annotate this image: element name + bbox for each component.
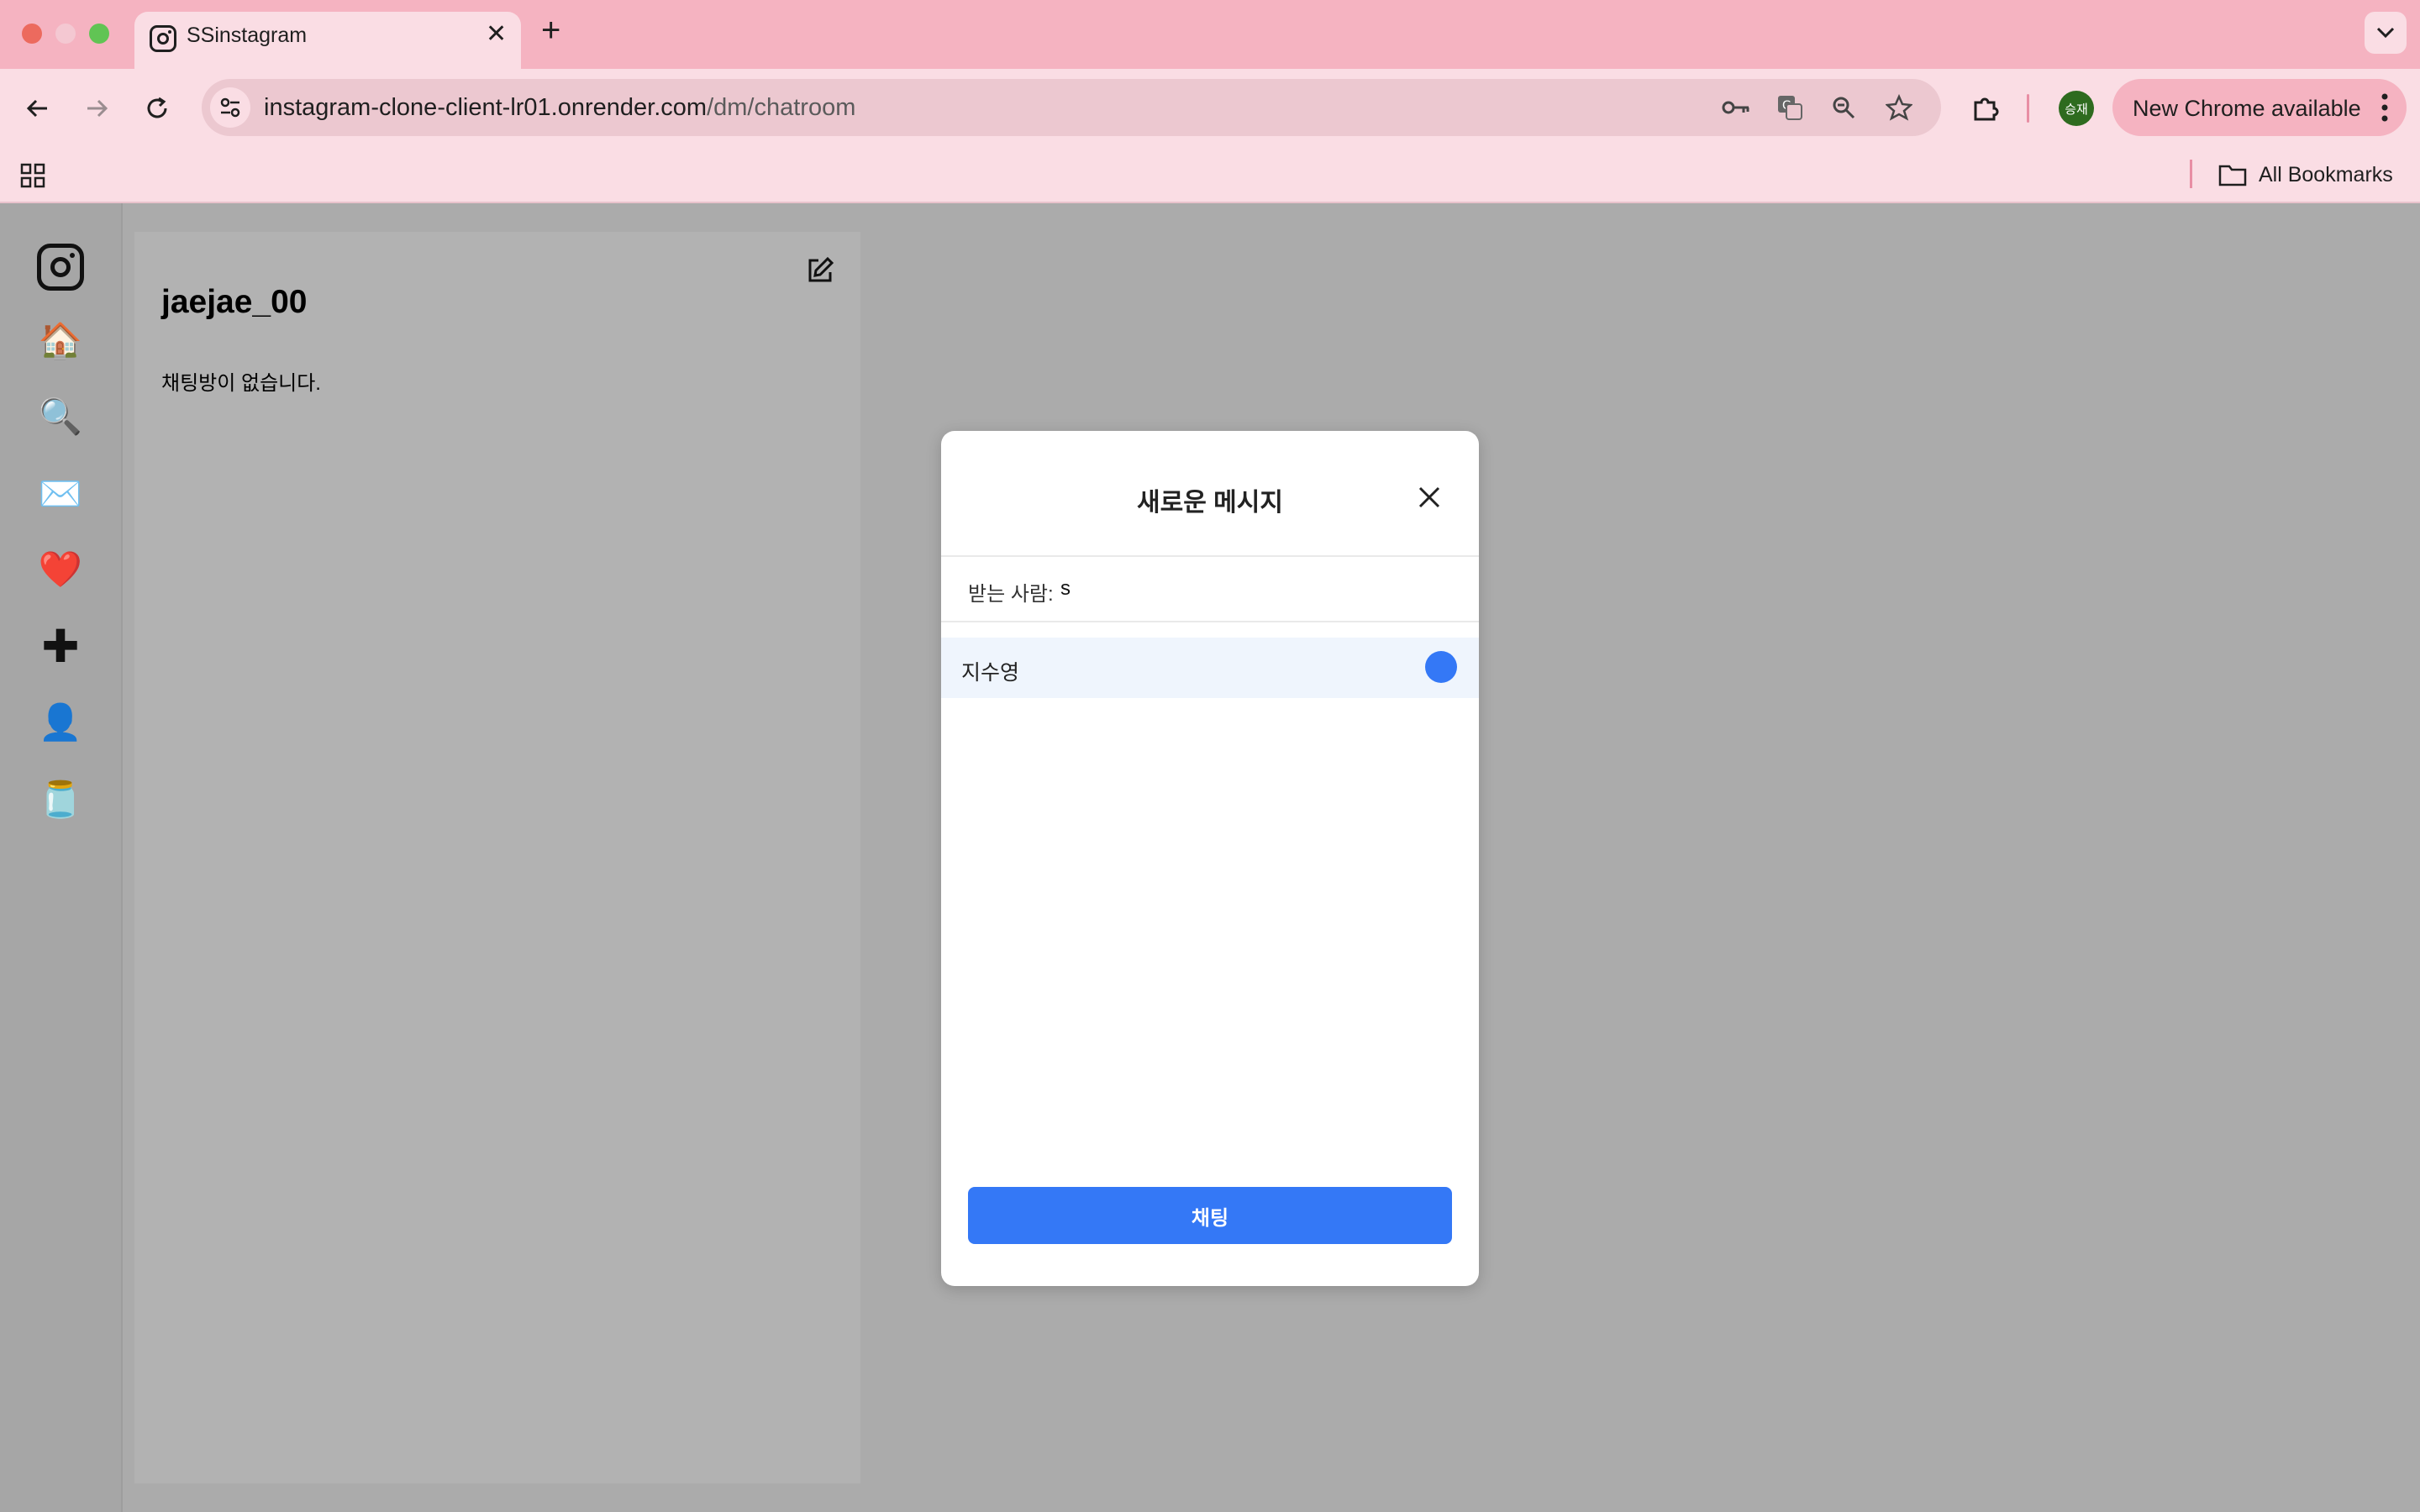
compose-icon[interactable] <box>805 255 835 286</box>
browser-tabbar: SSinstagram ✕ + <box>0 0 2420 69</box>
bookmark-star-icon[interactable] <box>1884 92 1914 123</box>
dm-username: jaejae_00 <box>161 284 308 320</box>
address-bar[interactable]: instagram-clone-client-lr01.onrender.com… <box>202 79 1941 136</box>
modal-title: 새로운 메시지 <box>1137 489 1283 517</box>
browser-tab[interactable]: SSinstagram ✕ <box>134 12 521 69</box>
back-button[interactable] <box>17 87 59 129</box>
new-tab-icon[interactable]: + <box>541 13 560 47</box>
extensions-button[interactable] <box>1966 89 2005 128</box>
instagram-favicon-icon <box>150 25 176 52</box>
chevron-down-icon <box>2376 27 2395 39</box>
site-info-button[interactable] <box>210 87 250 128</box>
search-result-row[interactable]: 지수영 <box>941 638 1479 698</box>
apps-grid-icon[interactable] <box>20 163 45 188</box>
result-username: 지수영 <box>961 661 1020 685</box>
result-select-radio[interactable] <box>1425 651 1457 683</box>
new-message-modal: 새로운 메시지 받는 사람: 지수영 채팅 <box>941 431 1479 1286</box>
recipient-search-input[interactable] <box>1060 572 1447 606</box>
empty-chatrooms-text: 채팅방이 없습니다. <box>161 372 321 395</box>
bookmarks-divider <box>2190 160 2192 188</box>
all-bookmarks-button[interactable]: All Bookmarks <box>2218 160 2393 190</box>
envelope-icon[interactable]: ✉️ <box>37 470 84 517</box>
puzzle-icon <box>1974 97 1999 121</box>
plus-icon[interactable]: ✚ <box>37 623 84 670</box>
instagram-logo-icon[interactable] <box>37 244 84 291</box>
back-arrow-icon <box>26 99 47 118</box>
heart-icon[interactable]: ❤️ <box>37 546 84 593</box>
window-close-button[interactable] <box>22 24 42 44</box>
home-icon[interactable]: 🏠 <box>37 318 84 365</box>
password-key-icon[interactable] <box>1721 92 1751 123</box>
window-zoom-button[interactable] <box>89 24 109 44</box>
start-chat-button[interactable]: 채팅 <box>968 1187 1452 1244</box>
bookmarks-bar: All Bookmarks <box>0 148 2420 203</box>
recipient-label: 받는 사람: <box>968 583 1054 606</box>
dm-list-panel: jaejae_00 채팅방이 없습니다. <box>134 232 860 1483</box>
forward-arrow-icon <box>87 99 108 118</box>
zoom-out-icon[interactable] <box>1828 92 1859 123</box>
close-icon[interactable] <box>1417 485 1442 510</box>
url-host: instagram-clone-client-lr01.onrender.com <box>264 94 708 121</box>
page-content: 🏠 🔍 ✉️ ❤️ ✚ 👤 🫙 jaejae_00 채팅방이 없습니다. 새로운… <box>0 203 2420 1512</box>
profile-avatar[interactable]: 승재 <box>2059 91 2094 126</box>
url-text: instagram-clone-client-lr01.onrender.com… <box>264 94 855 122</box>
app-sidebar: 🏠 🔍 ✉️ ❤️ ✚ 👤 🫙 <box>0 203 123 1512</box>
tab-title: SSinstagram <box>187 24 308 47</box>
toolbar-divider <box>2027 94 2029 123</box>
jar-icon[interactable]: 🫙 <box>37 776 84 823</box>
update-label: New Chrome available <box>2133 96 2361 121</box>
tab-close-icon[interactable]: ✕ <box>486 22 507 47</box>
window-minimize-button[interactable] <box>55 24 76 44</box>
reload-icon <box>147 97 167 118</box>
translate-icon[interactable]: G <box>1775 92 1805 123</box>
tab-search-button[interactable] <box>2365 12 2407 54</box>
all-bookmarks-label: All Bookmarks <box>2259 162 2393 186</box>
url-path: /dm/chatroom <box>707 94 856 121</box>
browser-toolbar: instagram-clone-client-lr01.onrender.com… <box>0 69 2420 148</box>
tune-icon <box>220 97 240 118</box>
forward-button[interactable] <box>76 87 118 129</box>
recipient-row: 받는 사람: <box>941 557 1479 622</box>
reload-button[interactable] <box>136 87 178 129</box>
modal-header: 새로운 메시지 <box>941 431 1479 557</box>
more-vert-icon <box>2381 93 2388 122</box>
folder-icon <box>2218 165 2247 186</box>
search-icon[interactable]: 🔍 <box>37 393 84 440</box>
profile-icon[interactable]: 👤 <box>37 699 84 746</box>
update-chrome-button[interactable]: New Chrome available <box>2112 79 2407 136</box>
